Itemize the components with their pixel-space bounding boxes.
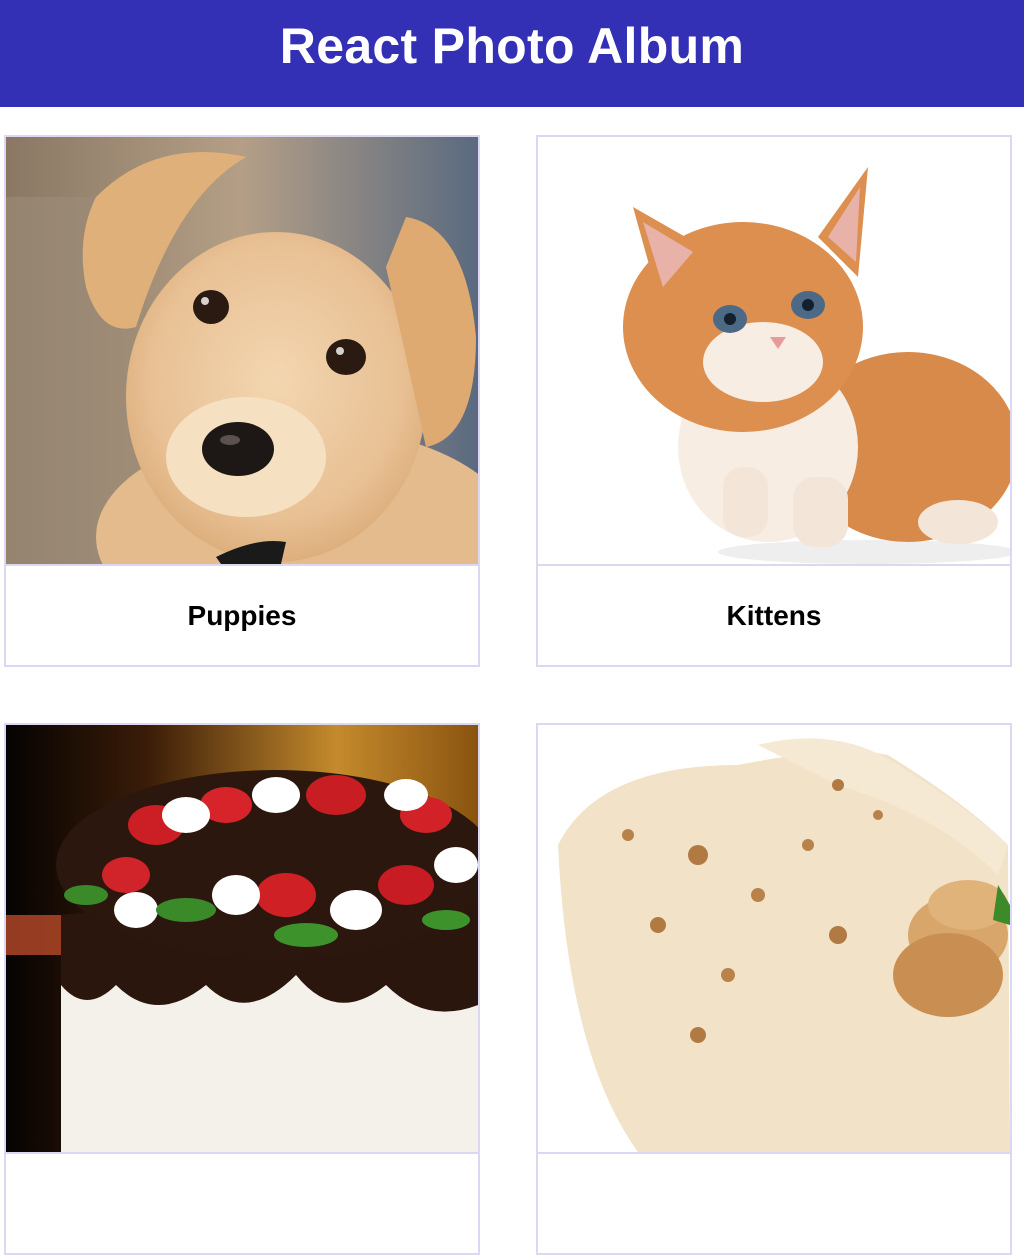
album-card-caption: Kittens — [538, 564, 1010, 665]
album-card-caption: Puppies — [6, 564, 478, 665]
album-card-burrito[interactable] — [536, 723, 1012, 1255]
puppy-photo — [6, 137, 478, 564]
album-card-puppies[interactable]: Puppies — [4, 135, 480, 667]
strawberry-cake-photo — [6, 725, 478, 1152]
kitten-photo — [538, 137, 1010, 564]
burrito-wrap-photo — [538, 725, 1010, 1152]
album-card-cake[interactable] — [4, 723, 480, 1255]
album-card-caption — [6, 1152, 478, 1253]
album-card-kittens[interactable]: Kittens — [536, 135, 1012, 667]
album-card-caption — [538, 1152, 1010, 1253]
page-title: React Photo Album — [279, 17, 745, 74]
app-header: React Photo Album — [0, 0, 1024, 107]
